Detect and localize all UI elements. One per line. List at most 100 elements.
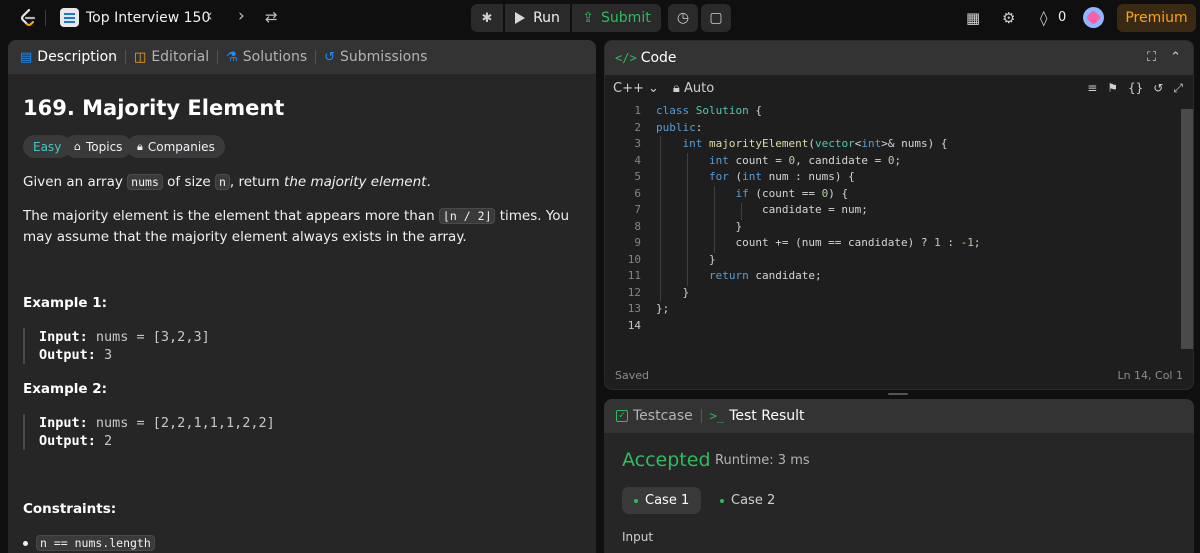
pass-dot <box>720 498 724 503</box>
code-line: count += (num == candidate) ? 1 : -1; <box>656 236 981 249</box>
flask-icon: ⚗ <box>226 49 238 65</box>
note-icon: ▢ <box>709 10 723 26</box>
lock-icon: 🔒︎ <box>672 81 680 96</box>
example-1-heading: Example 1: <box>23 295 108 311</box>
premium-button[interactable]: Premium <box>1117 4 1196 32</box>
tab-label: Editorial <box>151 49 210 65</box>
language-value: C++ <box>613 81 644 96</box>
tab-divider <box>315 50 317 64</box>
code-line: int count = 0, candidate = 0; <box>708 154 902 167</box>
code-line: } <box>656 253 716 266</box>
constraint-code: n == nums.length <box>36 535 155 551</box>
text: . <box>426 174 431 190</box>
line-number: 10 <box>627 253 641 266</box>
shuffle-icon[interactable]: ⇄ <box>265 8 278 26</box>
example-1-block: Input: nums = [3,2,3] Output: 3 <box>23 328 210 364</box>
tab-solutions[interactable]: ⚗ Solutions <box>226 49 307 65</box>
study-plan-title[interactable]: Top Interview 150 <box>86 10 210 26</box>
case-1-tab[interactable]: Case 1 <box>622 487 702 514</box>
pass-dot <box>634 498 638 503</box>
line-number: 11 <box>627 269 641 282</box>
code-line: candidate = num; <box>656 203 868 216</box>
code-icon: </> <box>615 51 637 65</box>
text: Given an array <box>23 174 128 190</box>
run-button[interactable]: Run <box>505 4 570 32</box>
code-title: </> Code <box>615 50 677 66</box>
notes-button[interactable]: ▢ <box>701 4 731 32</box>
chevron-left-icon[interactable]: ‹ <box>206 6 213 26</box>
tab-label: Submissions <box>340 49 428 65</box>
code-line: }; <box>656 302 670 315</box>
example-2-block: Input: nums = [2,2,1,1,1,2,2] Output: 2 <box>23 414 275 450</box>
tab-divider <box>125 50 127 64</box>
expand-icon[interactable]: ⤢ <box>1173 81 1183 96</box>
tab-submissions[interactable]: ↺ Submissions <box>324 49 427 65</box>
debug-button[interactable]: ✱ <box>471 4 503 32</box>
gear-icon[interactable]: ⚙ <box>1002 9 1015 27</box>
tab-label: Description <box>37 49 118 65</box>
chevron-right-icon[interactable]: › <box>238 6 245 26</box>
line-number: 2 <box>634 121 641 134</box>
output-label: Output: <box>39 347 96 363</box>
code-line: public: <box>656 121 703 134</box>
line-number: 5 <box>634 170 641 183</box>
companies-chip[interactable]: 🔒︎ Companies <box>127 135 225 158</box>
constraint-item: n == nums.length <box>23 535 155 551</box>
code-line: int majorityElement(vector<int>& nums) { <box>682 137 948 150</box>
description-tabs: ▤ Description ◫ Editorial ⚗ Solutions ↺ … <box>8 40 596 74</box>
problem-title[interactable]: 169. Majority Element <box>23 96 284 120</box>
result-tabs: ✓ Testcase >_ Test Result <box>604 399 1194 433</box>
auto-mode[interactable]: 🔒︎ Auto <box>673 81 714 96</box>
layout-grid-icon[interactable]: ▦ <box>966 9 980 27</box>
terminal-icon: >_ <box>709 409 725 423</box>
study-plan-icon[interactable] <box>60 8 79 27</box>
tab-test-result[interactable]: >_ Test Result <box>710 408 805 424</box>
case-2-tab[interactable]: Case 2 <box>708 487 787 514</box>
code-panel-header: </> Code ⛶ ⌃ <box>605 41 1193 75</box>
checkbox-icon: ✓ <box>616 410 628 422</box>
result-panel: ✓ Testcase >_ Test Result Accepted Runti… <box>604 399 1194 553</box>
text: of size <box>162 174 215 190</box>
format-icon[interactable]: ≡ <box>1087 81 1097 96</box>
language-select[interactable]: C++ ⌄ <box>613 81 659 96</box>
tab-divider <box>700 409 702 423</box>
topics-chip[interactable]: ⌂ Topics <box>64 135 133 158</box>
timer-button[interactable]: ◷ <box>668 4 698 32</box>
tab-editorial[interactable]: ◫ Editorial <box>134 49 209 65</box>
tab-testcase[interactable]: ✓ Testcase <box>616 408 693 424</box>
flame-icon[interactable]: ◊ <box>1040 9 1047 27</box>
line-number: 14 <box>627 319 641 332</box>
bookmark-icon[interactable]: ⚑ <box>1107 81 1118 96</box>
input-label: Input <box>622 530 654 544</box>
panel-resize-handle[interactable] <box>888 393 908 395</box>
code-line: } <box>656 220 743 233</box>
inline-code: nums <box>127 174 163 190</box>
description-panel: ▤ Description ◫ Editorial ⚗ Solutions ↺ … <box>8 40 596 553</box>
braces-icon[interactable]: {} <box>1128 81 1143 96</box>
code-header-actions: ⛶ ⌃ <box>1147 50 1181 65</box>
tab-description[interactable]: ▤ Description <box>20 49 117 65</box>
editor-scrollbar[interactable] <box>1181 109 1193 349</box>
avatar[interactable] <box>1083 7 1104 28</box>
description-paragraph-1: Given an array nums of size n, return th… <box>23 172 588 193</box>
bug-icon: ✱ <box>481 10 493 26</box>
leetcode-logo-icon[interactable] <box>18 8 38 28</box>
runtime-text: Runtime: 3 ms <box>715 453 810 468</box>
maximize-icon[interactable]: ⛶ <box>1147 50 1156 65</box>
code-line: return candidate; <box>708 269 822 282</box>
language-row: C++ ⌄ 🔒︎ Auto <box>613 81 714 96</box>
constraints-heading: Constraints: <box>23 501 117 517</box>
example-2-heading: Example 2: <box>23 381 108 397</box>
line-number: 6 <box>634 187 641 200</box>
reset-icon[interactable]: ↺ <box>1153 81 1163 96</box>
history-icon: ↺ <box>324 49 336 65</box>
tab-label: Testcase <box>633 408 693 424</box>
code-line: } <box>656 286 690 299</box>
result-status: Accepted <box>622 449 711 471</box>
line-number: 3 <box>634 137 641 150</box>
alarm-clock-icon: ◷ <box>676 10 690 26</box>
chevron-up-icon[interactable]: ⌃ <box>1170 50 1181 65</box>
run-submit-group: ✱ Run ⇪ Submit <box>471 4 661 32</box>
input-value: nums = [3,2,3] <box>87 329 210 345</box>
submit-button[interactable]: ⇪ Submit <box>572 4 661 32</box>
